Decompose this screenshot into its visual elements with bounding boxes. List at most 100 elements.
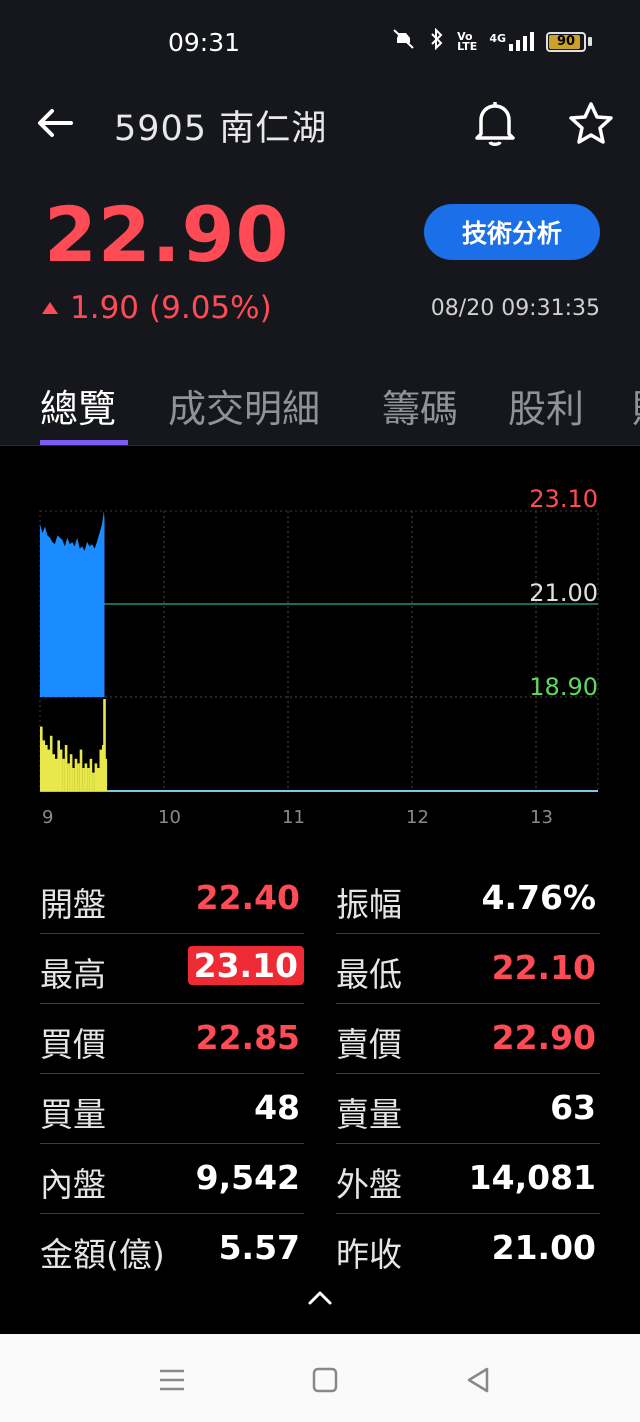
stat-label: 賣量	[336, 1095, 402, 1134]
triangle-left-icon	[467, 1367, 489, 1393]
battery-level: 90	[556, 34, 576, 49]
volume-bar	[64, 745, 68, 791]
volume-bar	[62, 758, 65, 791]
stat-value: 23.10	[187, 946, 304, 985]
volume-bar	[82, 768, 85, 791]
stat-cell: 賣價 22.90	[336, 1004, 600, 1074]
volume-bar	[52, 754, 55, 791]
volume-bar	[84, 763, 88, 791]
stat-value: 14,081	[468, 1158, 596, 1197]
tab-trade-details[interactable]: 成交明細	[168, 378, 320, 433]
arrow-left-icon	[38, 109, 73, 137]
menu-nav-button[interactable]	[152, 1360, 192, 1400]
tab-overview[interactable]: 總覽	[40, 378, 116, 433]
stats-row: 買量 48 賣量 63	[40, 1074, 600, 1144]
system-nav-bar	[0, 1334, 640, 1422]
stat-cell: 振幅 4.76%	[336, 864, 600, 934]
stat-label: 振幅	[336, 885, 402, 924]
price-label-high: 23.10	[529, 485, 598, 513]
tab-chips[interactable]: 籌碼	[382, 378, 458, 433]
chart-frame	[39, 510, 599, 792]
collapse-button[interactable]	[304, 1282, 336, 1314]
star-icon	[569, 102, 613, 144]
menu-icon	[160, 1369, 184, 1391]
volume-bar	[69, 754, 73, 791]
back-nav-button[interactable]	[458, 1360, 498, 1400]
app-header: 5905 南仁湖	[0, 86, 640, 158]
stat-cell: 外盤 14,081	[336, 1144, 600, 1214]
change-value: 1.90	[70, 290, 140, 326]
favorite-button[interactable]	[564, 96, 618, 150]
tab-bar: 總覽 成交明細 籌碼 股利 財	[0, 370, 640, 446]
stat-value: 48	[254, 1088, 300, 1127]
stat-label: 最高	[40, 955, 106, 994]
current-price: 22.90	[44, 190, 290, 279]
volume-bar	[89, 758, 93, 791]
status-bar: 09:31 Vo LTE 4G 90	[0, 0, 640, 86]
stats-row: 金額(億) 5.57 昨收 21.00	[40, 1214, 600, 1284]
technical-analysis-button[interactable]: 技術分析	[424, 204, 600, 260]
stat-value: 5.57	[218, 1228, 300, 1267]
stat-value: 4.76%	[481, 878, 597, 917]
stat-label: 買量	[40, 1095, 106, 1134]
back-button[interactable]	[30, 98, 80, 148]
volume-bar	[67, 763, 70, 791]
alert-button[interactable]	[468, 96, 522, 150]
stats-row: 內盤 9,542 外盤 14,081	[40, 1144, 600, 1214]
price-label-ref: 21.00	[529, 579, 598, 607]
volume-bar	[77, 763, 80, 791]
price-change: 1.90 (9.05%)	[42, 290, 272, 326]
tab-dividends[interactable]: 股利	[508, 378, 584, 433]
signal-icon: 4G	[489, 32, 534, 51]
stat-cell: 賣量 63	[336, 1074, 600, 1144]
volume-bar	[59, 749, 63, 791]
volte-icon: Vo LTE	[457, 29, 478, 53]
volume-bar	[104, 758, 108, 791]
stat-cell: 最高 23.10	[40, 934, 304, 1004]
x-tick-label: 12	[406, 807, 429, 828]
triangle-up-icon	[42, 302, 58, 314]
stat-label: 昨收	[336, 1235, 402, 1274]
price-label-low: 18.90	[529, 673, 598, 701]
stat-value: 63	[550, 1088, 596, 1127]
stock-title: 5905 南仁湖	[114, 109, 328, 149]
quote-stats-table: 開盤 22.40 振幅 4.76% 最高 23.10 最低 22.10 買價 22.85 賣價 22.…	[40, 864, 600, 1284]
stat-value: 22.90	[491, 1018, 596, 1057]
stat-value: 22.40	[195, 878, 300, 917]
mute-icon	[391, 28, 417, 55]
volume-bar	[99, 749, 103, 791]
intraday-chart[interactable]: 23.10 21.00 18.90 9 10 11 12 13	[0, 470, 640, 840]
stat-label: 內盤	[40, 1165, 106, 1204]
volume-bar	[54, 758, 58, 791]
stat-label: 外盤	[336, 1165, 402, 1204]
change-percent: (9.05%)	[149, 290, 272, 326]
tab-financials[interactable]: 財	[632, 378, 640, 433]
volume-bar	[79, 749, 83, 791]
home-nav-button[interactable]	[305, 1360, 345, 1400]
status-icons: Vo LTE 4G 90	[391, 27, 592, 55]
volume-bar	[94, 763, 98, 791]
stat-label: 最低	[336, 955, 402, 994]
price-area	[40, 511, 105, 697]
quote-timestamp: 08/20 09:31:35	[430, 296, 600, 321]
stat-cell: 買價 22.85	[40, 1004, 304, 1074]
volume-bar	[87, 768, 90, 791]
stat-cell: 開盤 22.40	[40, 864, 304, 934]
stat-cell: 最低 22.10	[336, 934, 600, 1004]
stats-row: 最高 23.10 最低 22.10	[40, 934, 600, 1004]
stat-cell: 昨收 21.00	[336, 1214, 600, 1284]
square-icon	[312, 1367, 338, 1393]
stat-label: 賣價	[336, 1025, 402, 1064]
volume-bar	[49, 735, 53, 791]
stat-value: 22.10	[491, 948, 596, 987]
network-type: 4G	[489, 32, 506, 45]
stat-cell: 買量 48	[40, 1074, 304, 1144]
volume-bar	[57, 740, 60, 791]
stat-cell: 內盤 9,542	[40, 1144, 304, 1214]
volume-bar	[40, 726, 43, 791]
x-tick-label: 9	[42, 807, 53, 828]
stat-value: 22.85	[195, 1018, 300, 1057]
volume-bar	[97, 768, 100, 791]
volume-bar	[42, 740, 46, 791]
volume-bar	[47, 749, 50, 791]
